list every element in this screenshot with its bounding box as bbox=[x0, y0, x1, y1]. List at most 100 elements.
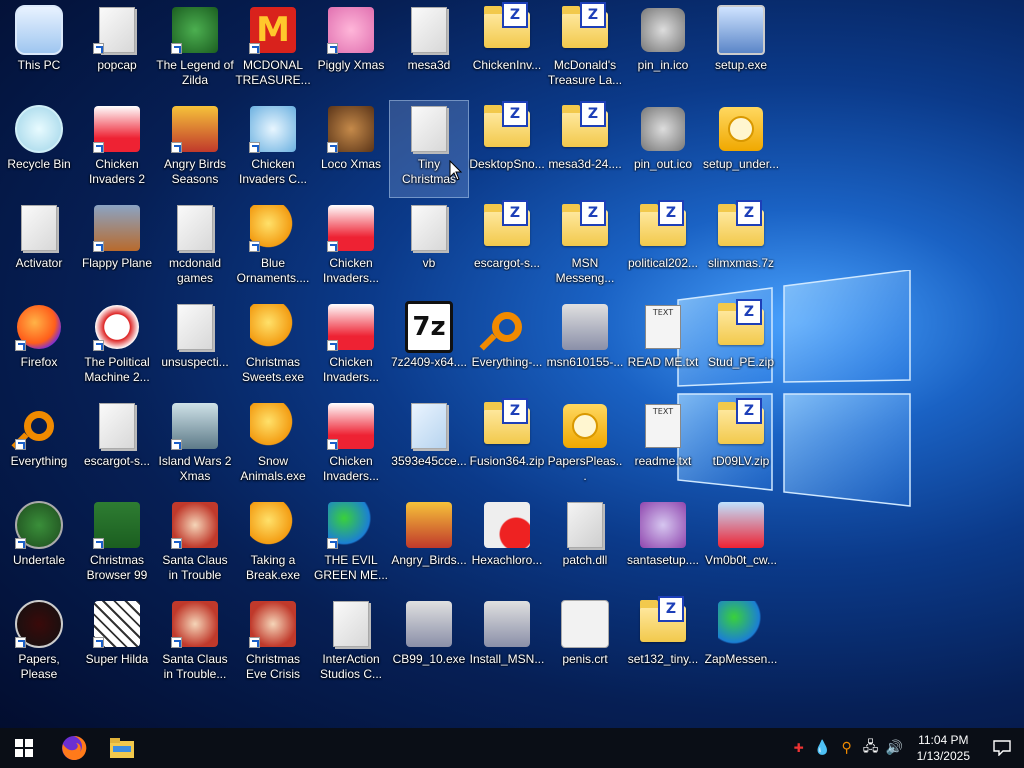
desktop-icon[interactable]: Zslimxmas.7z bbox=[702, 200, 780, 296]
desktop-icon[interactable]: Z ChickenInv... bbox=[468, 2, 546, 98]
desktop-icon[interactable]: Activator bbox=[0, 200, 78, 296]
desktop-icon-label: slimxmas.7z bbox=[707, 256, 774, 270]
desktop-icon[interactable]: Loco Xmas bbox=[312, 101, 390, 197]
desktop-icon[interactable]: The Legend of Zilda bbox=[156, 2, 234, 98]
desktop-icon[interactable]: patch.dll bbox=[546, 497, 624, 593]
desktop-icon[interactable]: Blue Ornaments.... bbox=[234, 200, 312, 296]
desktop-icon[interactable]: Piggly Xmas bbox=[312, 2, 390, 98]
desktop-icon[interactable]: Papers, Please bbox=[0, 596, 78, 692]
desktop-icon[interactable]: Z MSN Messeng... bbox=[546, 200, 624, 296]
desktop-icon-glyph bbox=[171, 501, 219, 549]
desktop-icon[interactable]: Z Stud_PE.zip bbox=[702, 299, 780, 395]
desktop-icon[interactable]: 7z 7z2409-x64.... bbox=[390, 299, 468, 395]
volume-icon[interactable]: 🔊 bbox=[883, 728, 907, 768]
desktop-icon[interactable]: InterAction Studios C... bbox=[312, 596, 390, 692]
desktop-icon[interactable]: Hexachloro... bbox=[468, 497, 546, 593]
desktop-icon[interactable]: The Political Machine 2... bbox=[78, 299, 156, 395]
desktop-icon-label: Firefox bbox=[20, 355, 58, 369]
desktop-icon[interactable]: Install_MSN... bbox=[468, 596, 546, 692]
shortcut-arrow-icon bbox=[93, 637, 104, 648]
desktop-icon-label: MSN Messeng... bbox=[555, 256, 615, 285]
desktop-icon-glyph bbox=[93, 501, 141, 549]
desktop-icon-glyph bbox=[171, 6, 219, 54]
desktop-icon[interactable]: Angry Birds Seasons bbox=[156, 101, 234, 197]
desktop-icon[interactable]: M MCDONAL TREASURE... bbox=[234, 2, 312, 98]
search-tray-icon[interactable]: ⚲ bbox=[835, 728, 859, 768]
desktop-icon[interactable]: ZapMessen... bbox=[702, 596, 780, 692]
desktop-icon[interactable]: TEXT READ ME.txt bbox=[624, 299, 702, 395]
desktop-icon[interactable]: Santa Claus in Trouble... A... bbox=[156, 596, 234, 692]
desktop-icon-glyph: TEXT bbox=[639, 402, 687, 450]
drop-icon[interactable]: 💧 bbox=[811, 728, 835, 768]
desktop-icon[interactable]: mesa3d bbox=[390, 2, 468, 98]
desktop-icon[interactable]: escargot-s... bbox=[78, 398, 156, 494]
desktop[interactable]: This PC popcap The Legend of Zilda M MCDONAL… bbox=[0, 0, 1024, 728]
desktop-icon[interactable]: Zset132_tiny... bbox=[624, 596, 702, 692]
desktop-icon[interactable]: Z McDonald's Treasure La... bbox=[546, 2, 624, 98]
desktop-icon[interactable]: ZtD09LV.zip bbox=[702, 398, 780, 494]
desktop-icon[interactable]: Z Fusion364.zip bbox=[468, 398, 546, 494]
system-tray: ✚ 💧 ⚲ 🖧 🔊 11:04 PM 1/13/2025 bbox=[787, 728, 1024, 768]
desktop-icon[interactable]: Super Hilda bbox=[78, 596, 156, 692]
desktop-icon[interactable]: TEXT readme.txt bbox=[624, 398, 702, 494]
desktop-icon[interactable]: Recycle Bin bbox=[0, 101, 78, 197]
desktop-icon[interactable]: Snow Animals.exe bbox=[234, 398, 312, 494]
desktop-icon[interactable]: Zpolitical202... bbox=[624, 200, 702, 296]
desktop-icon[interactable]: Santa Claus in Trouble bbox=[156, 497, 234, 593]
desktop-icon[interactable]: Firefox bbox=[0, 299, 78, 395]
desktop-icon[interactable]: Christmas Sweets.exe bbox=[234, 299, 312, 395]
taskbar-firefox-button[interactable] bbox=[50, 728, 98, 768]
desktop-icon[interactable]: Zmesa3d-24.... bbox=[546, 101, 624, 197]
desktop-icon[interactable]: setup.exe bbox=[702, 2, 780, 98]
desktop-icon[interactable]: Vm0b0t_cw... bbox=[702, 497, 780, 593]
action-center-button[interactable] bbox=[980, 728, 1024, 768]
desktop-icon[interactable]: Everything-... bbox=[468, 299, 546, 395]
desktop-icon[interactable]: mcdonald games bbox=[156, 200, 234, 296]
desktop-icon[interactable]: Zescargot-s... bbox=[468, 200, 546, 296]
desktop-icon[interactable]: 3593e45cce... bbox=[390, 398, 468, 494]
desktop-icon[interactable]: Taking a Break.exe bbox=[234, 497, 312, 593]
desktop-icon[interactable]: Island Wars 2 Xmas bbox=[156, 398, 234, 494]
desktop-icon[interactable]: penis.crt bbox=[546, 596, 624, 692]
desktop-icon[interactable]: Tiny Christmas bbox=[389, 100, 469, 198]
tray-app-icon[interactable]: ✚ bbox=[787, 728, 811, 768]
desktop-icon[interactable]: Everything bbox=[0, 398, 78, 494]
desktop-icon[interactable]: Z DesktopSno... bbox=[468, 101, 546, 197]
desktop-icon[interactable]: vb bbox=[390, 200, 468, 296]
network-icon[interactable]: 🖧 bbox=[859, 728, 883, 768]
desktop-icon[interactable]: Flappy Plane bbox=[78, 200, 156, 296]
clock[interactable]: 11:04 PM 1/13/2025 bbox=[907, 732, 980, 764]
desktop-icon[interactable]: THE EVIL GREEN ME... bbox=[312, 497, 390, 593]
desktop-icon[interactable]: unsuspecti... bbox=[156, 299, 234, 395]
desktop-icon-glyph bbox=[717, 105, 765, 153]
file-icon bbox=[411, 106, 447, 152]
desktop-icon-glyph bbox=[717, 501, 765, 549]
desktop-icon[interactable]: santasetup.... bbox=[624, 497, 702, 593]
search-app-icon bbox=[24, 411, 54, 441]
desktop-icon[interactable]: Chicken Invaders... bbox=[312, 200, 390, 296]
desktop-icon[interactable]: Chicken Invaders 2 bbox=[78, 101, 156, 197]
desktop-icon[interactable]: Angry_Birds... bbox=[390, 497, 468, 593]
desktop-icon-glyph bbox=[15, 600, 63, 648]
desktop-icon[interactable]: Chicken Invaders... bbox=[312, 398, 390, 494]
desktop-icon[interactable]: PapersPleas... bbox=[546, 398, 624, 494]
desktop-icon[interactable]: This PC bbox=[0, 2, 78, 98]
desktop-icon[interactable]: pin_in.ico bbox=[624, 2, 702, 98]
desktop-icon[interactable]: pin_out.ico bbox=[624, 101, 702, 197]
desktop-icon[interactable]: Undertale bbox=[0, 497, 78, 593]
desktop-icon[interactable]: Christmas Eve Crisis bbox=[234, 596, 312, 692]
desktop-icon-glyph bbox=[93, 105, 141, 153]
start-button[interactable] bbox=[0, 728, 48, 768]
desktop-icon[interactable]: Chicken Invaders C... bbox=[234, 101, 312, 197]
desktop-icon[interactable]: popcap bbox=[78, 2, 156, 98]
text-file-icon: TEXT bbox=[645, 404, 681, 448]
desktop-icon[interactable]: Christmas Browser 99 bbox=[78, 497, 156, 593]
desktop-icon[interactable]: CB99_10.exe bbox=[390, 596, 468, 692]
desktop-icon[interactable]: msn610155-... bbox=[546, 299, 624, 395]
desktop-icon-glyph bbox=[93, 303, 141, 351]
zip-folder-icon: Z bbox=[484, 398, 530, 444]
shortcut-arrow-icon bbox=[327, 142, 338, 153]
taskbar-file-explorer-button[interactable] bbox=[98, 728, 146, 768]
desktop-icon[interactable]: setup_under... bbox=[702, 101, 780, 197]
desktop-icon[interactable]: Chicken Invaders... bbox=[312, 299, 390, 395]
